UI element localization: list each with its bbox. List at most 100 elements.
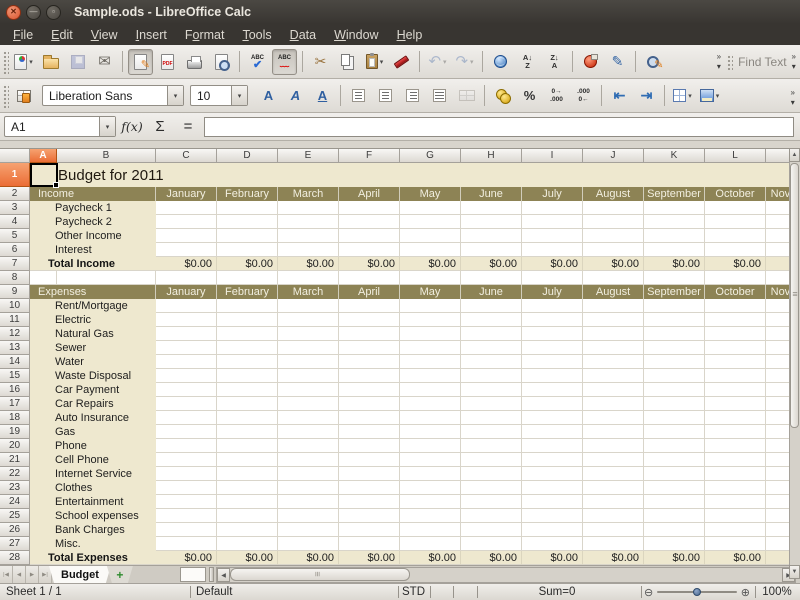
cell-total-value[interactable]: $0.00 — [583, 551, 644, 565]
cell-empty[interactable] — [278, 467, 339, 481]
align-left-icon[interactable] — [346, 83, 371, 109]
column-header-A[interactable]: A — [30, 149, 57, 163]
cell-empty[interactable] — [461, 397, 522, 411]
dropdown-arrow-icon[interactable]: ▾ — [29, 58, 33, 66]
cell-empty[interactable] — [705, 509, 766, 523]
cell-section-label[interactable]: Expenses — [30, 285, 156, 299]
toolbar-overflow-icon[interactable]: » ▾ — [717, 52, 721, 70]
column-header-M[interactable]: M — [766, 149, 789, 163]
cell-empty[interactable] — [400, 355, 461, 369]
column-header-E[interactable]: E — [278, 149, 339, 163]
cell-empty[interactable] — [522, 439, 583, 453]
cell-empty[interactable] — [217, 341, 278, 355]
cell-empty[interactable] — [278, 411, 339, 425]
cell-empty[interactable] — [339, 481, 400, 495]
cell-item-label[interactable]: Paycheck 2 — [30, 215, 156, 229]
zoom-slider[interactable] — [657, 591, 737, 593]
cell-empty[interactable] — [705, 537, 766, 551]
cell-empty[interactable] — [278, 201, 339, 215]
zoom-out-icon[interactable]: ⊖ — [644, 586, 653, 599]
cell-empty[interactable] — [400, 411, 461, 425]
cell-empty[interactable] — [400, 369, 461, 383]
cell-empty[interactable] — [766, 523, 789, 537]
cell-empty[interactable] — [278, 383, 339, 397]
toolbar-grip[interactable] — [726, 54, 733, 70]
cell-empty[interactable] — [766, 453, 789, 467]
cell-empty[interactable] — [705, 467, 766, 481]
cell-empty[interactable] — [400, 341, 461, 355]
column-header-B[interactable]: B — [57, 149, 156, 163]
status-sheet-number[interactable]: Sheet 1 / 1 — [6, 584, 186, 600]
cell-empty[interactable] — [766, 439, 789, 453]
cell-empty[interactable] — [461, 481, 522, 495]
cell-empty[interactable] — [583, 313, 644, 327]
cell-empty[interactable] — [522, 481, 583, 495]
toolbar-overflow-icon[interactable]: » ▾ — [792, 52, 796, 70]
cell-empty[interactable] — [705, 229, 766, 243]
cell-empty[interactable] — [705, 243, 766, 257]
cell-empty[interactable] — [644, 243, 705, 257]
delete-decimal-icon[interactable]: .000 0← — [571, 83, 596, 109]
cell-empty[interactable] — [339, 383, 400, 397]
cell-item-label[interactable]: School expenses — [30, 509, 156, 523]
cell-total-value[interactable]: $0.00 — [766, 257, 789, 271]
cell-empty[interactable] — [278, 439, 339, 453]
cell-empty[interactable] — [461, 383, 522, 397]
cell-total-value[interactable]: $0.00 — [522, 551, 583, 565]
scroll-left-icon[interactable]: ◀ — [217, 568, 230, 582]
cell-month[interactable]: February — [217, 285, 278, 299]
cell-total-value[interactable]: $0.00 — [217, 551, 278, 565]
cell-empty[interactable] — [522, 327, 583, 341]
cell-empty[interactable] — [583, 341, 644, 355]
cell-empty[interactable] — [278, 453, 339, 467]
zoom-in-icon[interactable]: ⊕ — [741, 586, 750, 599]
percent-format-icon[interactable]: % — [517, 83, 542, 109]
cell-empty[interactable] — [156, 229, 217, 243]
cell-month[interactable]: April — [339, 285, 400, 299]
cell-empty[interactable] — [644, 229, 705, 243]
cell-item-label[interactable]: Rent/Mortgage — [30, 299, 156, 313]
equals-icon[interactable]: = — [176, 116, 200, 138]
cell-total-value[interactable]: $0.00 — [400, 257, 461, 271]
cell-empty[interactable] — [644, 453, 705, 467]
cell-month[interactable]: November — [766, 187, 789, 201]
row-header-27[interactable]: 27 — [0, 537, 30, 551]
cell-empty[interactable] — [217, 369, 278, 383]
cell-empty[interactable] — [644, 509, 705, 523]
cut-icon[interactable]: ✂ — [308, 49, 333, 75]
cell-month[interactable]: July — [522, 187, 583, 201]
cell-month[interactable]: March — [278, 187, 339, 201]
cell-empty[interactable] — [583, 481, 644, 495]
sheet-tab-budget[interactable]: Budget — [49, 566, 111, 583]
align-center-icon[interactable] — [373, 83, 398, 109]
cell-empty[interactable] — [400, 313, 461, 327]
cell-empty[interactable] — [156, 313, 217, 327]
cell-empty[interactable] — [522, 411, 583, 425]
cell-empty[interactable] — [156, 243, 217, 257]
chevron-down-icon[interactable]: ▾ — [231, 86, 247, 105]
cell-empty[interactable] — [522, 271, 583, 285]
dropdown-arrow-icon[interactable]: ▾ — [470, 58, 474, 66]
cell-empty[interactable] — [156, 453, 217, 467]
cell-month[interactable]: May — [400, 187, 461, 201]
maximize-button[interactable]: ▫ — [46, 5, 61, 20]
cell-total-value[interactable]: $0.00 — [644, 257, 705, 271]
cell-empty[interactable] — [766, 341, 789, 355]
cell-empty[interactable] — [583, 495, 644, 509]
cell-empty[interactable] — [156, 467, 217, 481]
cell-month[interactable]: July — [522, 285, 583, 299]
cell-empty[interactable] — [400, 229, 461, 243]
cell-empty[interactable] — [461, 537, 522, 551]
cell-empty[interactable] — [339, 397, 400, 411]
cell-empty[interactable] — [705, 313, 766, 327]
cell-empty[interactable] — [583, 453, 644, 467]
cell-empty[interactable] — [339, 243, 400, 257]
cell-empty[interactable] — [339, 537, 400, 551]
cell-empty[interactable] — [339, 523, 400, 537]
menu-format[interactable]: Format — [176, 26, 234, 44]
decrease-indent-icon[interactable]: ⇤ — [607, 83, 632, 109]
cell-empty[interactable] — [217, 425, 278, 439]
cell-empty[interactable] — [278, 509, 339, 523]
sort-ascending-icon[interactable]: A↓ Z — [515, 49, 540, 75]
cell-empty[interactable] — [522, 201, 583, 215]
